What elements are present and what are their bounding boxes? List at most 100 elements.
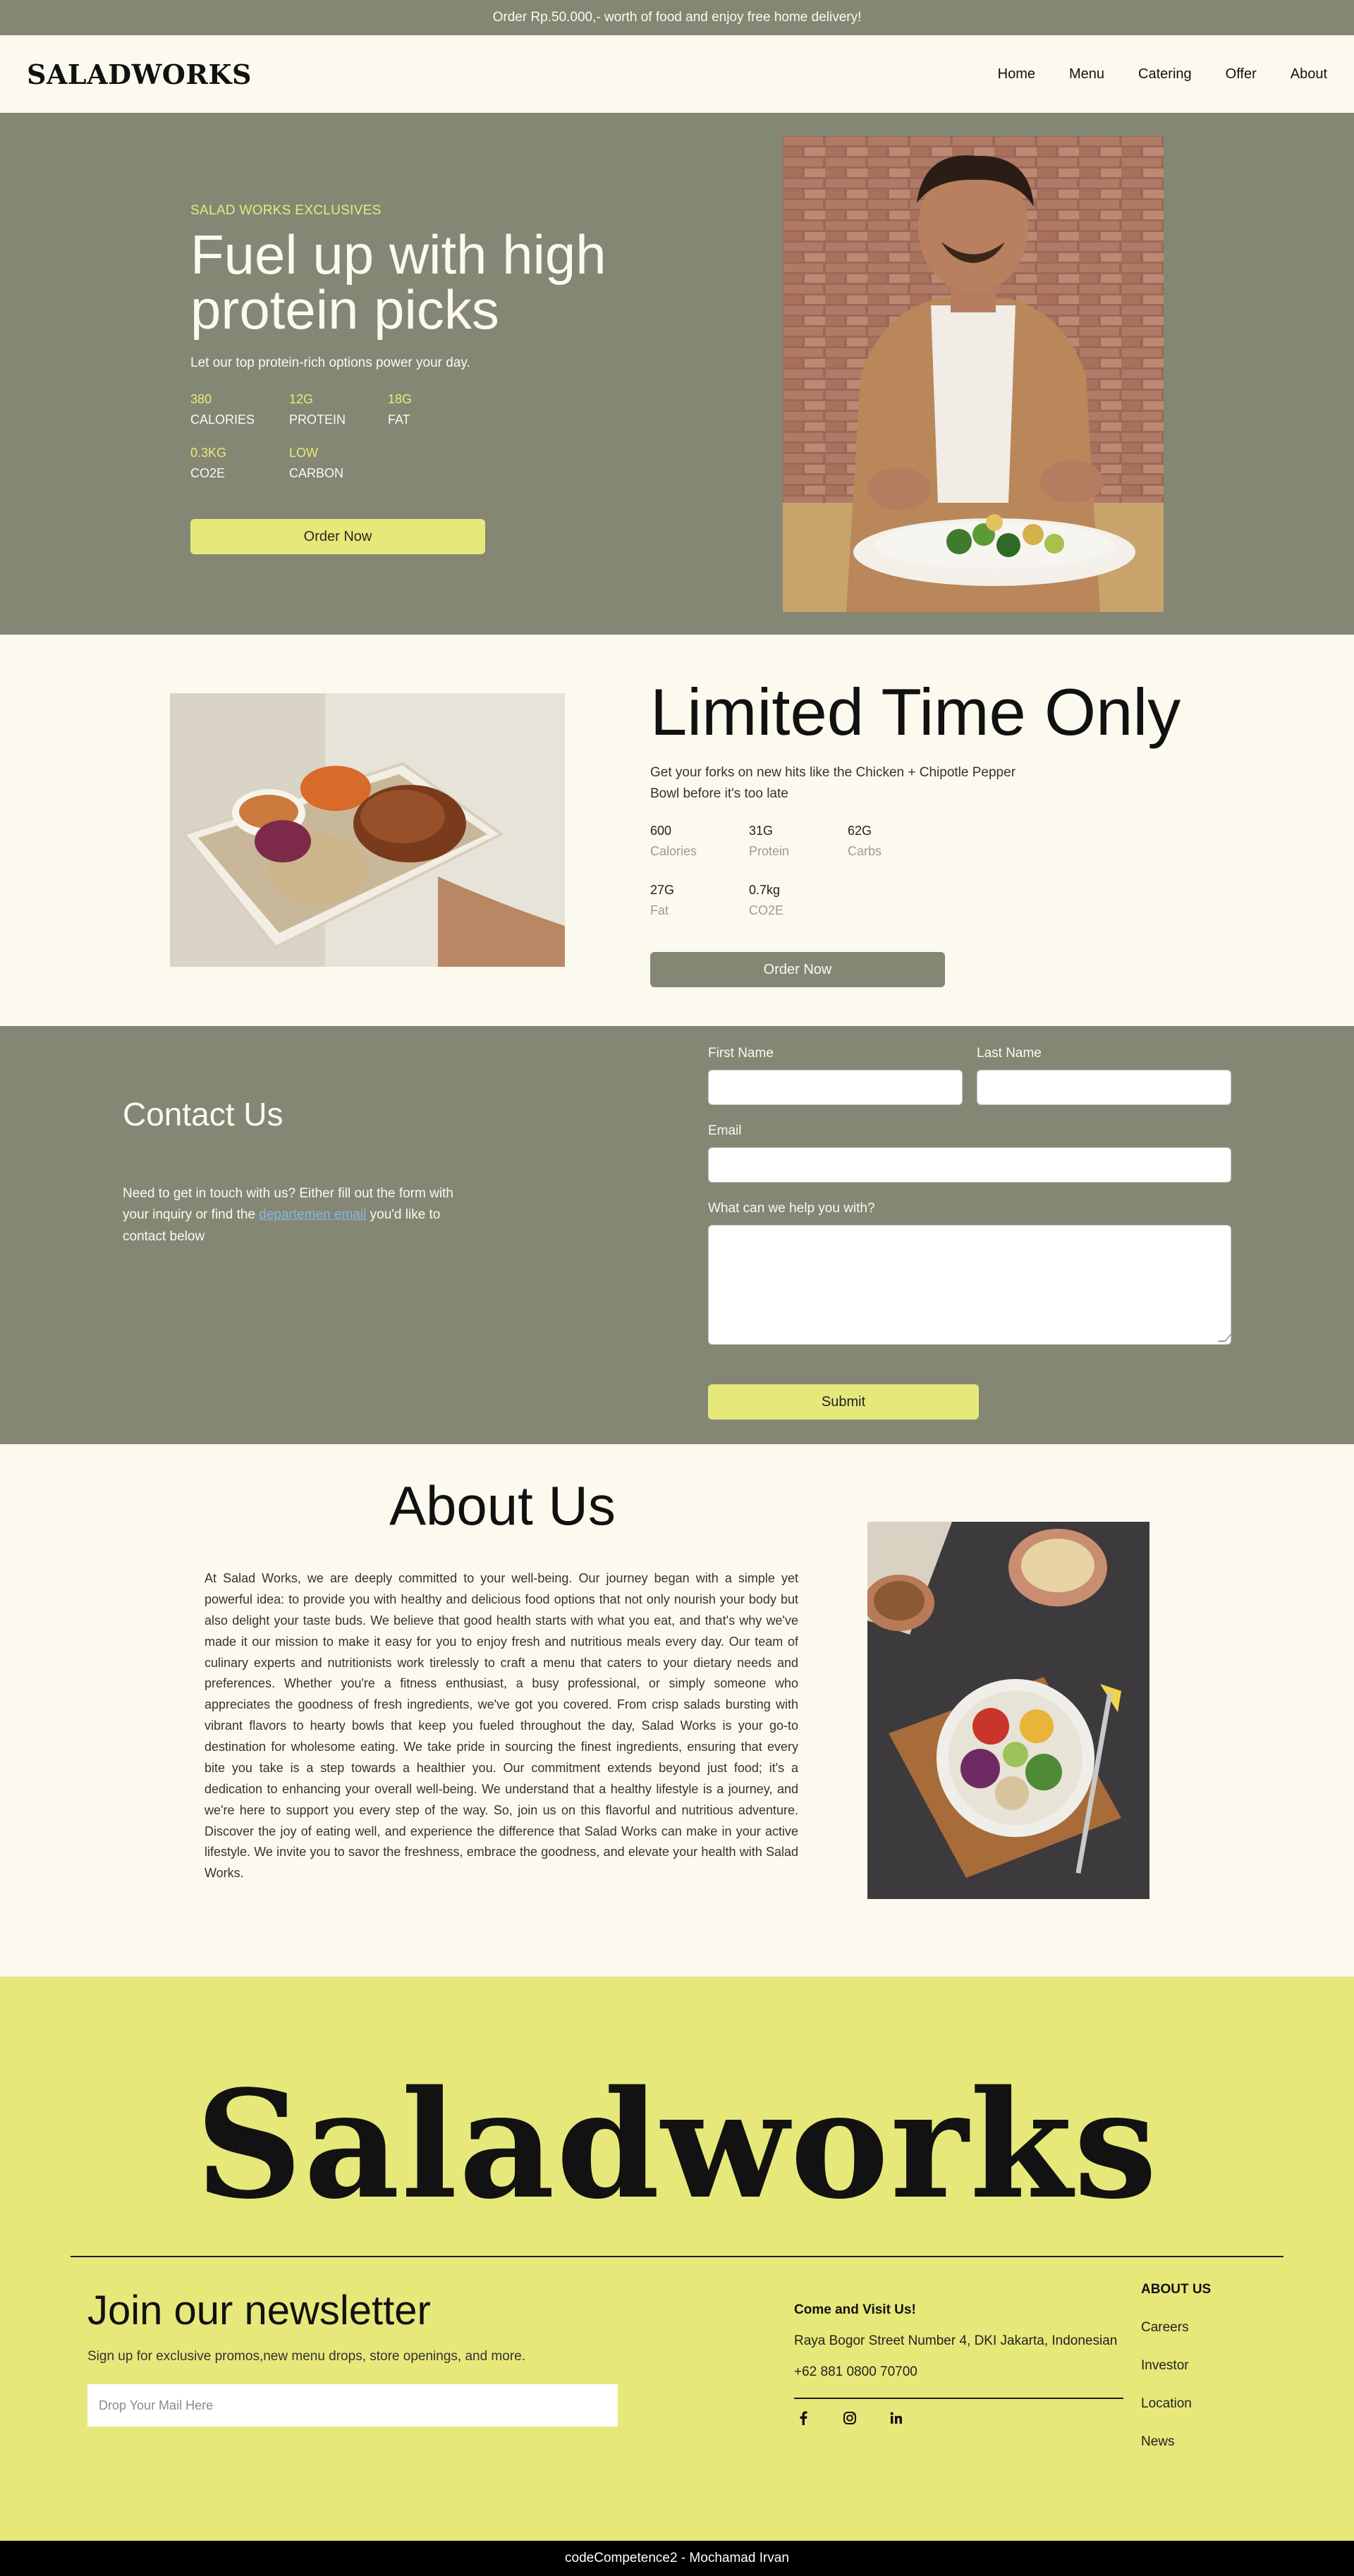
hero-title: Fuel up with high protein picks — [190, 224, 606, 341]
phone: +62 881 0800 70700 — [794, 2364, 917, 2379]
message-textarea[interactable] — [708, 1225, 1231, 1345]
nav-link-about[interactable]: About — [1291, 66, 1327, 83]
footer-divider — [71, 2256, 1283, 2257]
last-name-label: Last Name — [977, 1046, 1042, 1061]
visit-divider — [794, 2398, 1123, 2399]
nav-link-offer[interactable]: Offer — [1226, 66, 1257, 83]
stat-label: CARBON — [289, 466, 344, 480]
limited-content: Limited Time Only Get your forks on new … — [650, 675, 1214, 988]
department-email-link[interactable]: departemen email — [259, 1207, 366, 1222]
about-section: About Us At Salad Works, we are deeply c… — [0, 1444, 1354, 1977]
stat-value: 18G — [388, 392, 413, 406]
footer-about-column: ABOUT US Careers Investor Location News — [1141, 2282, 1211, 2450]
limited-order-button[interactable]: Order Now — [650, 952, 945, 988]
facebook-icon[interactable] — [795, 2410, 811, 2426]
limited-stats: 600 Calories 31G Protein 62G Carbs 27G F… — [650, 824, 1214, 918]
hero-order-button[interactable]: Order Now — [190, 519, 485, 554]
footer-about-title: ABOUT US — [1141, 2282, 1212, 2297]
stat-value: 12G — [289, 392, 314, 406]
stat-value: 62G — [848, 824, 872, 838]
hero-image — [783, 136, 1164, 612]
first-name-group: First Name — [708, 1046, 963, 1105]
footer-link-location[interactable]: Location — [1141, 2396, 1211, 2412]
hero-stat: 18G FAT — [388, 392, 487, 427]
limited-stat: 27G Fat — [650, 883, 749, 918]
hero-stat: 0.3KG CO2E — [190, 446, 289, 481]
stat-value: 27G — [650, 883, 675, 898]
footer-link-investor[interactable]: Investor — [1141, 2358, 1211, 2374]
about-image — [867, 1522, 1149, 1899]
footer-link-news[interactable]: News — [1141, 2434, 1211, 2450]
salad-bowl-photo — [867, 1522, 1149, 1899]
stat-label: CALORIES — [190, 413, 255, 427]
hero-stat: 12G PROTEIN — [289, 392, 388, 427]
stat-label: Fat — [650, 903, 669, 918]
linkedin-icon[interactable] — [889, 2410, 904, 2426]
contact-form: First Name Last Name Email What can we h… — [708, 1046, 1231, 1420]
stat-label: PROTEIN — [289, 413, 346, 427]
footer: Saladworks Join our newsletter Sign up f… — [0, 1977, 1354, 2541]
contact-section: Contact Us Need to get in touch with us?… — [0, 1026, 1354, 1444]
message-group: What can we help you with? — [708, 1201, 1231, 1345]
footer-brand: Saladworks — [195, 2058, 1159, 2232]
contact-text: Need to get in touch with us? Either fil… — [123, 1183, 461, 1247]
hero-subtitle: Let our top protein-rich options power y… — [190, 355, 470, 370]
stat-label: CO2E — [749, 903, 784, 918]
instagram-icon[interactable] — [842, 2410, 858, 2426]
nav-link-catering[interactable]: Catering — [1138, 66, 1192, 83]
limited-subtitle: Get your forks on new hits like the Chic… — [650, 765, 1016, 801]
email-label: Email — [708, 1123, 742, 1138]
stat-label: FAT — [388, 413, 410, 427]
stat-label: Calories — [650, 844, 697, 859]
email-input[interactable] — [708, 1147, 1231, 1183]
chicken-bowl-photo — [170, 693, 565, 967]
submit-button[interactable]: Submit — [708, 1384, 979, 1420]
visit-title: Come and Visit Us! — [794, 2302, 916, 2317]
stat-label: Carbs — [848, 844, 882, 859]
stat-label: Protein — [749, 844, 790, 859]
hero-stats: 380 CALORIES 12G PROTEIN 18G FAT 0.3KG C… — [190, 392, 642, 481]
stat-value: 0.7kg — [749, 883, 781, 898]
contact-title: Contact Us — [123, 1096, 283, 1133]
bottom-bar: codeCompetence2 - Mochamad Irvan — [0, 2541, 1354, 2576]
about-title: About Us — [389, 1475, 616, 1537]
hero-stat: LOW CARBON — [289, 446, 388, 481]
man-eating-salad-photo — [783, 136, 1164, 612]
last-name-input[interactable] — [977, 1070, 1231, 1105]
social-links — [794, 2410, 1126, 2426]
hero-content: SALAD WORKS EXCLUSIVES Fuel up with high… — [190, 203, 642, 554]
newsletter-email-input[interactable]: Drop Your Mail Here — [87, 2384, 618, 2427]
name-row: First Name Last Name — [708, 1046, 1231, 1105]
newsletter-title: Join our newsletter — [87, 2288, 431, 2333]
nav-link-home[interactable]: Home — [998, 66, 1035, 83]
address: Raya Bogor Street Number 4, DKI Jakarta,… — [794, 2333, 1118, 2348]
last-name-group: Last Name — [977, 1046, 1231, 1105]
limited-stat: 600 Calories — [650, 824, 749, 859]
promo-text: Order Rp.50.000,- worth of food and enjo… — [492, 10, 862, 25]
hero-eyebrow: SALAD WORKS EXCLUSIVES — [190, 203, 382, 218]
about-text: At Salad Works, we are deeply committed … — [205, 1571, 798, 1881]
first-name-input[interactable] — [708, 1070, 963, 1105]
limited-title: Limited Time Only — [650, 675, 1181, 749]
credit-text: codeCompetence2 - Mochamad Irvan — [565, 2551, 789, 2565]
stat-value: 600 — [650, 824, 672, 838]
logo[interactable]: SALADWORKS — [27, 59, 252, 90]
limited-stat: 0.7kg CO2E — [749, 883, 848, 918]
limited-stat: 62G Carbs — [848, 824, 946, 859]
stat-value: 31G — [749, 824, 774, 838]
message-label: What can we help you with? — [708, 1201, 875, 1216]
nav-links: Home Menu Catering Offer About — [998, 66, 1327, 83]
nav-link-menu[interactable]: Menu — [1069, 66, 1104, 83]
newsletter-subtitle: Sign up for exclusive promos,new menu dr… — [87, 2349, 525, 2364]
hero-section: SALAD WORKS EXCLUSIVES Fuel up with high… — [0, 113, 1354, 635]
email-group: Email — [708, 1123, 1231, 1183]
footer-link-careers[interactable]: Careers — [1141, 2320, 1211, 2336]
navbar: SALADWORKS Home Menu Catering Offer Abou… — [0, 35, 1354, 113]
stat-value: 380 — [190, 392, 212, 406]
hero-stat: 380 CALORIES — [190, 392, 289, 427]
stat-label: CO2E — [190, 466, 226, 480]
stat-value: LOW — [289, 446, 319, 460]
first-name-label: First Name — [708, 1046, 774, 1061]
limited-image — [170, 693, 565, 967]
limited-section: Limited Time Only Get your forks on new … — [0, 635, 1354, 1026]
